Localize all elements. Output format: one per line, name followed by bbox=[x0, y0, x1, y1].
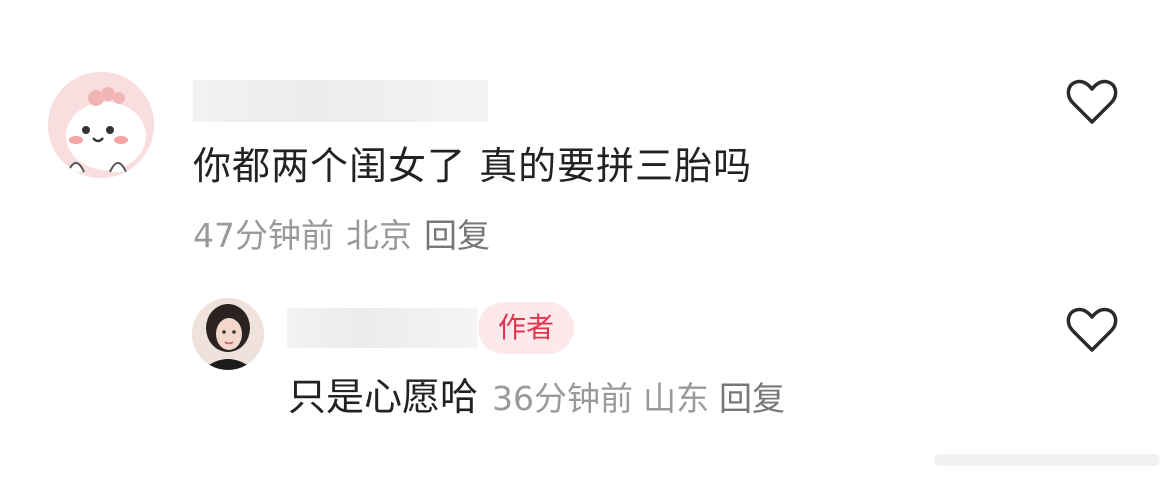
heart-outline-icon[interactable] bbox=[1066, 78, 1118, 126]
author-badge: 作者 bbox=[478, 302, 574, 354]
cartoon-avatar-icon bbox=[48, 72, 154, 178]
author-reply: 只是心愿哈 36分钟前 山东 回复 bbox=[288, 371, 795, 431]
comment-location: 北京 bbox=[346, 216, 412, 255]
comment-meta: 47分钟前 北京 回复 bbox=[193, 214, 502, 258]
author-username-redacted[interactable] bbox=[287, 308, 477, 348]
author-avatar[interactable] bbox=[192, 298, 264, 370]
commenter-username-redacted[interactable] bbox=[193, 80, 488, 122]
reply-button[interactable]: 回复 bbox=[719, 379, 785, 418]
comment-time: 47分钟前 bbox=[193, 216, 334, 255]
reply-text: 只是心愿哈 bbox=[288, 375, 479, 419]
reply-button[interactable]: 回复 bbox=[424, 216, 490, 255]
heart-outline-icon[interactable] bbox=[1066, 306, 1118, 354]
watermark-image bbox=[934, 454, 1160, 466]
reply-location: 山东 bbox=[643, 379, 710, 418]
reply-time: 36分钟前 bbox=[492, 379, 634, 418]
user-photo-icon bbox=[192, 298, 264, 370]
commenter-avatar[interactable] bbox=[48, 72, 154, 178]
comment-text: 你都两个闺女了 真的要拼三胎吗 bbox=[193, 144, 753, 188]
